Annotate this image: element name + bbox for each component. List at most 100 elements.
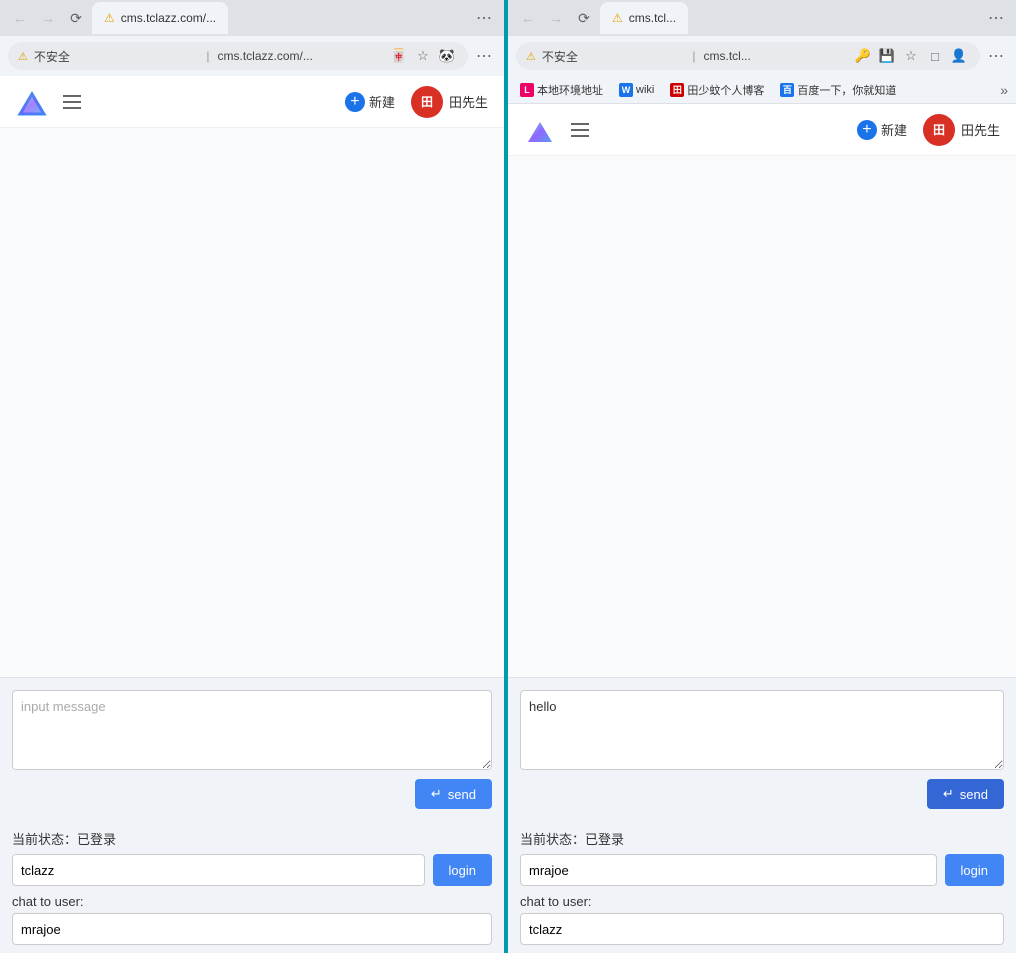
sidebar-toggle-right[interactable]	[564, 114, 596, 146]
address-bar-right[interactable]: ⚠ 不安全 | cms.tcl... 🔑 💾 ☆ □ 👤	[516, 42, 980, 70]
bookmark-blog[interactable]: 田 田少蚊个人博客	[666, 80, 768, 100]
status-section-left: 当前状态：已登录 login chat to user:	[0, 821, 504, 953]
user-name-left: 田先生	[449, 92, 488, 111]
login-btn-label-right: login	[961, 863, 988, 878]
browser-chrome-left: ← → ⟳ ⚠ cms.tclazz.com/... ⋯ ⚠ 不安全 | cms…	[0, 0, 504, 76]
more-options-btn-right[interactable]: ⋯	[984, 44, 1008, 68]
tab-warning-icon-right: ⚠	[612, 11, 623, 25]
bookmarks-more-btn[interactable]: »	[1000, 82, 1008, 98]
login-row-right: login	[520, 854, 1004, 886]
tab-more-button-left[interactable]: ⋯	[472, 6, 496, 30]
login-button-right[interactable]: login	[945, 854, 1004, 886]
user-avatar-initials-left: 田	[421, 93, 433, 110]
chat-to-input-left[interactable]	[12, 913, 492, 945]
address-url-text-left: cms.tclazz.com/...	[218, 49, 383, 63]
new-btn-label-right: 新建	[881, 120, 907, 139]
tab-bar-left: ← → ⟳ ⚠ cms.tclazz.com/... ⋯	[0, 0, 504, 36]
address-warning-text-left: 不安全	[34, 48, 199, 65]
bookmark-label-local: 本地环境地址	[537, 82, 603, 98]
message-input-right[interactable]: hello	[520, 690, 1004, 770]
bookmarks-bar-right: L 本地环境地址 W wiki 田 田少蚊个人博客 百 百度一下，你就知道 »	[508, 76, 1016, 104]
chat-to-input-right[interactable]	[520, 913, 1004, 945]
bookmark-wiki[interactable]: W wiki	[615, 81, 658, 99]
tab-bar-right: ← → ⟳ ⚠ cms.tcl... ⋯	[508, 0, 1016, 36]
bookmark-local[interactable]: L 本地环境地址	[516, 80, 607, 100]
address-warning-text-right: 不安全	[542, 48, 685, 65]
reload-button-right[interactable]: ⟳	[572, 6, 596, 30]
forward-button-left[interactable]: →	[36, 6, 60, 30]
login-input-left[interactable]	[12, 854, 425, 886]
login-btn-label-left: login	[449, 863, 476, 878]
address-separator-right: |	[692, 49, 695, 63]
user-avatar-right[interactable]: 田	[923, 114, 955, 146]
login-input-right[interactable]	[520, 854, 937, 886]
sidebar-toggle-left[interactable]	[56, 86, 88, 118]
send-icon-left: ↵	[431, 786, 442, 802]
app-content-right: + 新建 田 田先生 hello ↵ send 当前状态：已登录	[508, 104, 1016, 953]
new-button-left[interactable]: + 新建	[333, 86, 407, 118]
bookmark-favicon-blog: 田	[670, 83, 684, 97]
address-actions-left: 🀄 ☆ 🐼	[388, 45, 458, 67]
login-row-left: login	[12, 854, 492, 886]
status-section-right: 当前状态：已登录 login chat to user:	[508, 821, 1016, 953]
back-button-left[interactable]: ←	[8, 6, 32, 30]
address-bar-left[interactable]: ⚠ 不安全 | cms.tclazz.com/... 🀄 ☆ 🐼	[8, 42, 468, 70]
save-page-btn-right[interactable]: 💾	[876, 45, 898, 67]
bookmark-btn-right[interactable]: ☆	[900, 45, 922, 67]
read-mode-btn-right[interactable]: 🔑	[852, 45, 874, 67]
forward-button-right[interactable]: →	[544, 6, 568, 30]
login-button-left[interactable]: login	[433, 854, 492, 886]
send-icon-right: ↵	[943, 786, 954, 802]
chat-to-row-right: chat to user:	[520, 894, 1004, 945]
send-button-left[interactable]: ↵ send	[415, 779, 492, 809]
profile-btn-right[interactable]: 👤	[948, 45, 970, 67]
address-bar-row-left: ⚠ 不安全 | cms.tclazz.com/... 🀄 ☆ 🐼 ⋯	[0, 36, 504, 76]
active-tab-left[interactable]: ⚠ cms.tclazz.com/...	[92, 2, 228, 34]
read-mode-btn-left[interactable]: 🀄	[388, 45, 410, 67]
new-button-right[interactable]: + 新建	[845, 114, 919, 146]
bookmark-baidu[interactable]: 百 百度一下，你就知道	[776, 80, 900, 100]
user-avatar-initials-right: 田	[933, 121, 945, 138]
send-label-left: send	[448, 787, 476, 802]
browser-window-right: ← → ⟳ ⚠ cms.tcl... ⋯ ⚠ 不安全 | cms.tcl... …	[508, 0, 1016, 953]
chat-area-right	[508, 156, 1016, 677]
active-tab-right[interactable]: ⚠ cms.tcl...	[600, 2, 688, 34]
new-btn-label-left: 新建	[369, 92, 395, 111]
status-text-right: 当前状态：已登录	[520, 829, 1004, 848]
user-avatar-left[interactable]: 田	[411, 86, 443, 118]
chat-area-left	[0, 128, 504, 677]
more-options-btn-left[interactable]: ⋯	[472, 44, 496, 68]
app-header-left: + 新建 田 田先生	[0, 76, 504, 128]
send-row-right: ↵ send	[520, 779, 1004, 809]
tab-more-button-right[interactable]: ⋯	[984, 6, 1008, 30]
new-btn-icon-right: +	[857, 120, 877, 140]
bookmark-favicon-local: L	[520, 83, 534, 97]
send-row-left: ↵ send	[12, 779, 492, 809]
address-url-text-right: cms.tcl...	[704, 49, 847, 63]
new-btn-icon-left: +	[345, 92, 365, 112]
security-warning-icon-right: ⚠	[526, 50, 536, 63]
chat-to-label-right: chat to user:	[520, 894, 1004, 909]
address-actions-right: 🔑 💾 ☆ □ 👤	[852, 45, 970, 67]
input-section-left: ↵ send	[0, 677, 504, 821]
bookmark-favicon-wiki: W	[619, 83, 633, 97]
chat-to-label-left: chat to user:	[12, 894, 492, 909]
send-button-right[interactable]: ↵ send	[927, 779, 1004, 809]
back-button-right[interactable]: ←	[516, 6, 540, 30]
bookmark-label-baidu: 百度一下，你就知道	[797, 82, 896, 98]
app-logo-right	[524, 114, 556, 146]
chat-to-row-left: chat to user:	[12, 894, 492, 945]
user-name-right: 田先生	[961, 120, 1000, 139]
bookmark-label-wiki: wiki	[636, 84, 654, 96]
profile-btn-left[interactable]: 🐼	[436, 45, 458, 67]
send-label-right: send	[960, 787, 988, 802]
reload-button-left[interactable]: ⟳	[64, 6, 88, 30]
tab-url-right: cms.tcl...	[629, 11, 676, 25]
sidebar-btn-right[interactable]: □	[924, 45, 946, 67]
bookmark-label-blog: 田少蚊个人博客	[687, 82, 764, 98]
address-separator-left: |	[206, 49, 209, 63]
bookmark-favicon-baidu: 百	[780, 83, 794, 97]
address-bar-row-right: ⚠ 不安全 | cms.tcl... 🔑 💾 ☆ □ 👤 ⋯	[508, 36, 1016, 76]
message-input-left[interactable]	[12, 690, 492, 770]
bookmark-btn-left[interactable]: ☆	[412, 45, 434, 67]
